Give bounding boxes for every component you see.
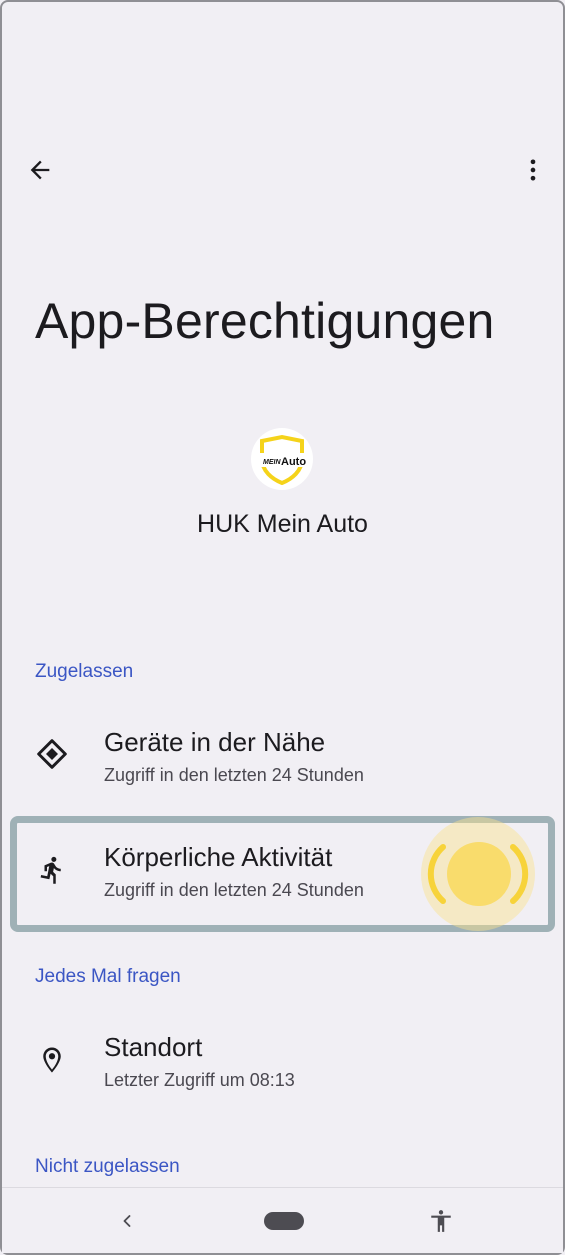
permission-row-location[interactable]: Standort Letzter Zugriff um 08:13 (0, 1020, 565, 1110)
app-logo: MEIN Auto (251, 428, 313, 490)
chevron-left-icon (123, 1215, 131, 1227)
permission-title: Geräte in der Nähe (104, 727, 326, 757)
page-title: App-Berechtigungen (35, 293, 495, 349)
back-button[interactable] (20, 150, 60, 190)
more-options-button[interactable] (513, 150, 553, 190)
nearby-devices-icon (34, 736, 70, 772)
svg-text:Auto: Auto (281, 456, 306, 468)
more-vert-icon (530, 159, 536, 181)
permission-subtitle: Letzter Zugriff um 08:13 (104, 1070, 295, 1090)
huk-shield-logo-icon: MEIN Auto (260, 434, 306, 485)
accessibility-icon (431, 1210, 451, 1232)
permission-subtitle: Zugriff in den letzten 24 Stunden (104, 765, 364, 785)
arrow-left-icon (30, 160, 50, 180)
svg-text:MEIN: MEIN (263, 459, 281, 466)
location-pin-icon (34, 1042, 70, 1078)
system-navigation-bar (2, 1187, 563, 1253)
section-header-not-allowed: Nicht zugelassen (35, 1156, 180, 1177)
tap-ripple-icon (427, 844, 529, 904)
section-header-allowed: Zugelassen (35, 661, 134, 682)
section-header-ask-every-time: Jedes Mal fragen (35, 966, 181, 987)
accessibility-button[interactable] (426, 1206, 456, 1236)
top-app-bar (0, 140, 565, 200)
app-name: HUK Mein Auto (197, 510, 368, 538)
nav-home-button[interactable] (264, 1212, 304, 1230)
permission-title: Standort (104, 1032, 203, 1062)
nav-back-button[interactable] (112, 1206, 142, 1236)
permission-row-nearby-devices[interactable]: Geräte in der Nähe Zugriff in den letzte… (0, 715, 565, 805)
